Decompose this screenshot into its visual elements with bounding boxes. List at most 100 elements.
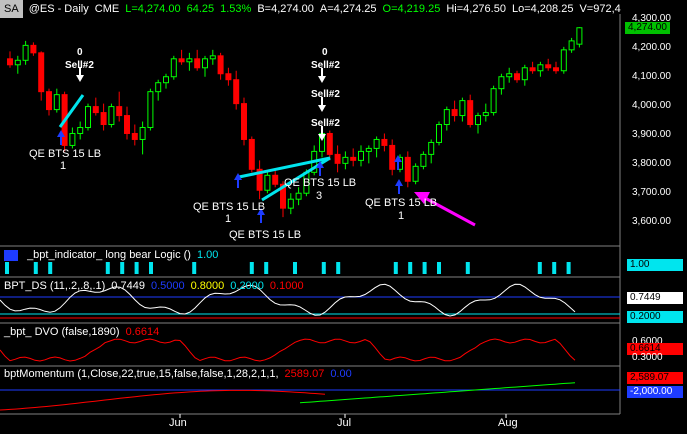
qe-label-3: QE BTS 15 LB	[193, 201, 266, 213]
candle-body	[326, 132, 333, 155]
candle-body	[85, 106, 91, 129]
indicator-bar	[422, 262, 427, 274]
candle-body	[139, 127, 146, 140]
candle-body	[22, 44, 29, 61]
ask-price: A=4,274.25	[319, 3, 377, 15]
indicator-bar	[408, 262, 413, 274]
candle-body	[30, 44, 37, 54]
candle-body	[521, 67, 528, 81]
qe-count-1: 1	[60, 160, 67, 172]
candle-body	[490, 88, 497, 114]
candle-body	[155, 82, 162, 93]
candle-body	[443, 109, 450, 126]
indicator-bar	[465, 262, 470, 274]
indicator-value: 1.00	[196, 249, 219, 261]
x-tick-jun: Jun	[169, 417, 187, 429]
high-price: Hi=4,276.50	[446, 3, 506, 15]
indicator-bar	[393, 262, 398, 274]
symbol-label: @ES - Daily	[28, 3, 89, 15]
candle-body	[170, 58, 177, 78]
indicator-bar	[149, 262, 153, 274]
ds-pane-label: BPT_DS (11,.2,.8,.1) 0.7449 0.5000 0.8000 0.…	[4, 280, 310, 293]
last-price: L=4,274.00	[125, 3, 181, 15]
indicator-bar	[192, 262, 197, 274]
candle-body	[350, 156, 357, 161]
candle-body	[100, 112, 107, 126]
momentum-axis-tag-top: 2,589.07	[627, 372, 683, 384]
candle-body	[241, 103, 247, 140]
buy-arrow-5	[395, 179, 403, 186]
candle-body	[38, 52, 45, 93]
indicator-bar	[552, 262, 557, 274]
price-tick-3800: 3,800.00	[632, 158, 671, 169]
x-tick-aug: Aug	[498, 417, 518, 429]
price-tick-3900: 3,900.00	[632, 129, 671, 140]
ds-value-4: 0.2000	[230, 280, 264, 292]
candle-body	[46, 91, 52, 111]
candle-body	[178, 58, 185, 63]
candle-body	[272, 174, 279, 185]
candle-body	[373, 138, 380, 149]
momentum-green-line	[299, 382, 576, 404]
candle-body	[506, 73, 513, 78]
candle-body	[459, 100, 466, 117]
candle-body	[482, 112, 489, 117]
candle-body	[342, 156, 349, 164]
candle-body	[217, 55, 224, 75]
candle-body	[77, 127, 84, 134]
low-price: Lo=4,208.25	[511, 3, 574, 15]
candle-body	[428, 141, 435, 155]
bid-price: B=4,274.00	[257, 3, 314, 15]
price-tick-3700: 3,700.00	[632, 187, 671, 198]
indicator-bar	[293, 262, 297, 274]
candle-body	[233, 79, 240, 105]
sell-label-2a: Sell#2	[311, 60, 340, 71]
momentum-value-2: 0.00	[330, 368, 352, 380]
candle-body	[467, 100, 474, 126]
qe-count-2: 3	[316, 190, 323, 202]
candle-body	[514, 73, 520, 81]
indicator-bar	[134, 262, 139, 274]
indicator-bar	[321, 262, 326, 274]
sa-badge[interactable]: SA	[0, 0, 23, 18]
sell-count-1: 0	[77, 47, 83, 58]
ds-name: BPT_DS (11,.2,.8,.1)	[4, 280, 106, 292]
candle-body	[131, 132, 138, 140]
candle-body	[389, 144, 396, 170]
candle-body	[163, 76, 169, 84]
ds-value-1: 0.7449	[111, 280, 145, 292]
momentum-name: bptMomentum (1,Close,22,true,15,false,fa…	[4, 368, 279, 380]
sell-count-2: 0	[322, 47, 328, 58]
qe-count-5: 1	[398, 210, 405, 222]
candle-body	[381, 138, 388, 146]
candle-body	[436, 124, 442, 143]
sell-arrow-2b	[318, 105, 326, 112]
indicator-bar	[5, 262, 9, 274]
candle-body	[560, 49, 567, 72]
quote-header: SA @ES - Daily CME L=4,274.00 64.25 1.53% B=4,…	[0, 0, 687, 18]
candle-body	[225, 73, 232, 81]
dvo-name: _bpt_ DVO (false,1890)	[4, 326, 120, 338]
candle-body	[7, 58, 13, 66]
candle-body	[537, 64, 544, 72]
dvo-line	[0, 338, 576, 362]
candle-body	[358, 150, 364, 161]
candle-body	[147, 91, 154, 129]
candle-body	[14, 59, 21, 66]
indicator-bar	[336, 262, 341, 274]
candle-body	[545, 64, 552, 69]
dvo-value: 0.6614	[125, 326, 160, 338]
indicator-bar	[48, 262, 53, 274]
indicator-bar	[537, 262, 542, 274]
qe-label-4: QE BTS 15 LB	[229, 229, 302, 241]
pct-change: 1.53%	[220, 3, 252, 15]
candle-body	[92, 106, 99, 114]
candle-body	[202, 58, 208, 69]
indicator-bar	[566, 262, 571, 274]
candle-body	[209, 55, 216, 60]
sell-arrow-2a	[318, 76, 326, 83]
volume-label: V=972,4	[579, 3, 621, 15]
candle-body	[116, 106, 123, 117]
candle-body	[186, 58, 193, 63]
candle-body	[334, 153, 341, 164]
